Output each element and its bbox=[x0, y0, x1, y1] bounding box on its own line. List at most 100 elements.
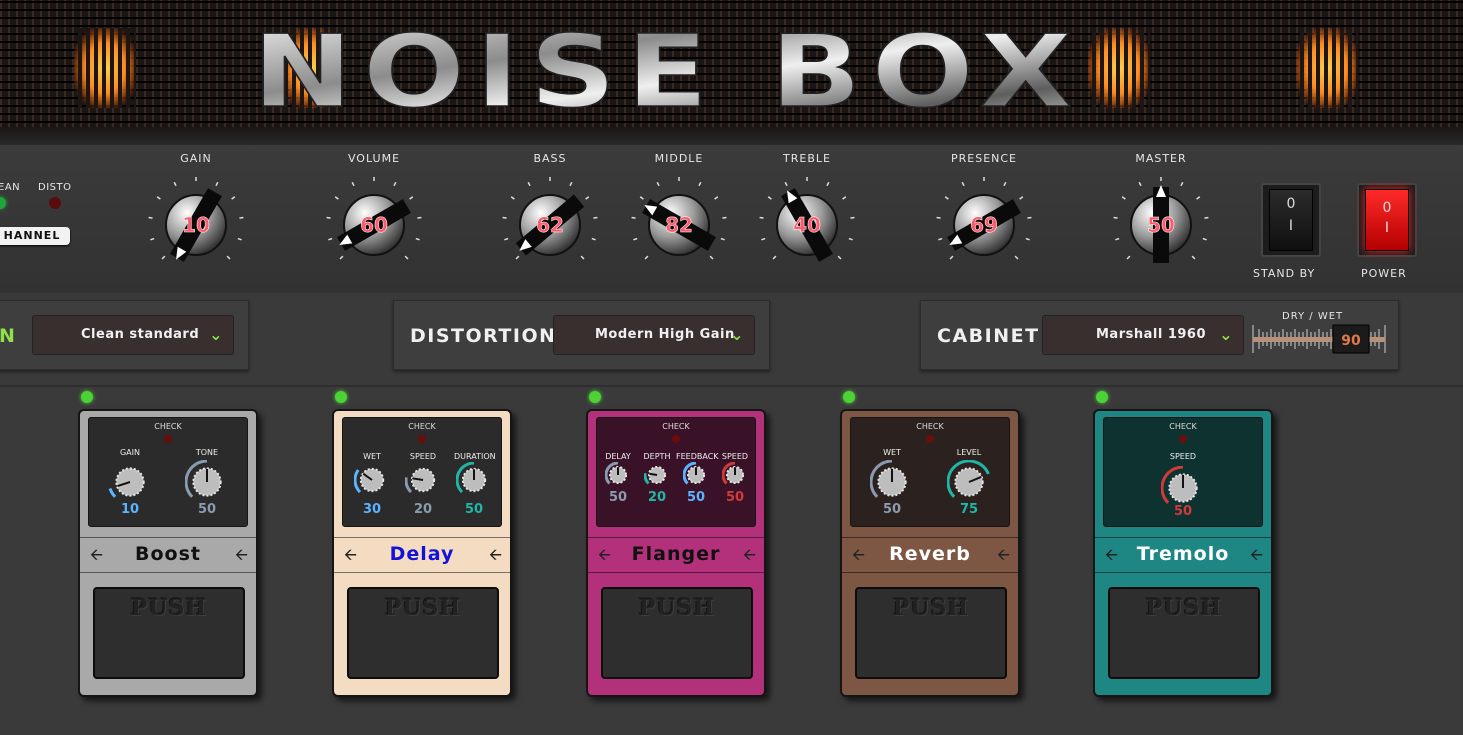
pedal-knob-label: WET bbox=[363, 452, 381, 461]
drywet-slider[interactable]: 90 bbox=[1251, 321, 1387, 357]
pedal-knob-label: TONE bbox=[195, 448, 219, 457]
pedal-name: Tremolo bbox=[1136, 543, 1230, 565]
amp-knob-label-gain: GAIN bbox=[180, 152, 212, 165]
standby-top-mark: 0 bbox=[1286, 196, 1296, 212]
check-label: CHECK bbox=[154, 422, 182, 431]
pedal-active-led bbox=[81, 391, 93, 403]
check-label: CHECK bbox=[916, 422, 944, 431]
amp-knob-value: 60 bbox=[360, 213, 388, 237]
amp-knob-treble[interactable]: 40 bbox=[757, 175, 857, 275]
distortion-select[interactable]: Modern High Gain ⌄ bbox=[553, 315, 755, 355]
amp-knob-value: 10 bbox=[182, 213, 210, 237]
pedal-name: Boost bbox=[135, 543, 201, 565]
cabinet-select[interactable]: Marshall 1960 ⌄ bbox=[1042, 315, 1244, 355]
channel-type-value: Clean standard bbox=[81, 327, 200, 342]
pedal-name: Reverb bbox=[889, 543, 971, 565]
amp-knob-presence[interactable]: 69 bbox=[934, 175, 1034, 275]
pedal-knob-value: 50 bbox=[464, 502, 484, 517]
push-footswitch[interactable]: PUSH bbox=[1108, 587, 1260, 679]
push-label: PUSH bbox=[892, 595, 970, 621]
pedal-screen: CHECK GAIN 10 TONE 50 bbox=[88, 417, 248, 527]
pedal-knob-label: FEEDBACK bbox=[676, 452, 719, 461]
arrow-left-icon[interactable]: 🡨 bbox=[997, 544, 1010, 571]
pedal-delay: CHECK WET 30 SPEED 20 DURATION 50 🡨 Delay … bbox=[332, 409, 512, 697]
pedal-knob[interactable] bbox=[354, 462, 390, 498]
channel-type-title: N bbox=[0, 325, 17, 347]
pedal-knob[interactable] bbox=[456, 462, 492, 498]
power-bottom-mark: I bbox=[1384, 220, 1390, 236]
amp-knob-label-treble: TREBLE bbox=[783, 152, 831, 165]
amp-control-panel: EAN DISTO HANNEL GAIN 10 VOLUME 60 BASS 62… bbox=[0, 145, 1463, 295]
pedal-knob-label: DURATION bbox=[454, 452, 496, 461]
pedal-knob[interactable] bbox=[722, 462, 748, 488]
pedal-active-led bbox=[1096, 391, 1108, 403]
amp-knob-bass[interactable]: 62 bbox=[500, 175, 600, 275]
arrow-left-icon[interactable]: 🡨 bbox=[489, 544, 502, 571]
arrow-left-icon[interactable]: 🡨 bbox=[235, 544, 248, 571]
amp-knob-middle[interactable]: 82 bbox=[629, 175, 729, 275]
pedal-knob[interactable] bbox=[108, 460, 152, 504]
amp-knob-master[interactable]: 50 bbox=[1111, 175, 1211, 275]
distortion-value: Modern High Gain bbox=[595, 327, 735, 342]
pedal-knob-label: SPEED bbox=[1169, 452, 1197, 461]
chevron-down-icon: ⌄ bbox=[209, 325, 223, 344]
chevron-down-icon: ⌄ bbox=[730, 325, 744, 344]
pedal-active-led bbox=[589, 391, 601, 403]
push-label: PUSH bbox=[384, 595, 462, 621]
arrow-left-icon[interactable]: 🡨 bbox=[1250, 544, 1263, 571]
push-footswitch[interactable]: PUSH bbox=[347, 587, 499, 679]
arrow-left-icon[interactable]: 🡨 bbox=[743, 544, 756, 571]
pedal-knob-value: 20 bbox=[413, 502, 433, 517]
amp-knob-label-volume: VOLUME bbox=[347, 152, 401, 165]
check-label: CHECK bbox=[662, 422, 690, 431]
pedal-namebar: 🡨 Reverb 🡨 bbox=[842, 537, 1018, 573]
cabinet-title: CABINET bbox=[937, 325, 1040, 347]
cabinet-group: CABINET Marshall 1960 ⌄ DRY / WET 90 bbox=[920, 300, 1399, 370]
standby-bottom-mark: I bbox=[1288, 218, 1294, 234]
pedal-reverb: CHECK WET 50 LEVEL 75 🡨 Reverb 🡨 PUSH bbox=[840, 409, 1020, 697]
channel-type-select[interactable]: Clean standard ⌄ bbox=[32, 315, 234, 355]
noise-box-logo: NOISE BOX bbox=[252, 18, 1082, 118]
pedal-knob-label: LEVEL bbox=[956, 448, 982, 457]
pedal-knob[interactable] bbox=[683, 462, 709, 488]
pedal-knob[interactable] bbox=[644, 462, 670, 488]
push-footswitch[interactable]: PUSH bbox=[601, 587, 753, 679]
push-label: PUSH bbox=[638, 595, 716, 621]
amp-knob-gain[interactable]: 10 bbox=[146, 175, 246, 275]
pedal-knob-value: 50 bbox=[1173, 504, 1193, 519]
check-led bbox=[926, 435, 934, 443]
pedal-knob[interactable] bbox=[405, 462, 441, 498]
check-label: CHECK bbox=[408, 422, 436, 431]
channel-button[interactable]: HANNEL bbox=[0, 227, 70, 245]
pedal-knob-label: WET bbox=[883, 448, 901, 457]
disto-label: DISTO bbox=[38, 182, 72, 193]
push-footswitch[interactable]: PUSH bbox=[93, 587, 245, 679]
pedal-knob-value: 50 bbox=[197, 502, 217, 517]
pedal-knob[interactable] bbox=[947, 460, 991, 504]
pedal-active-led bbox=[335, 391, 347, 403]
amp-knob-value: 69 bbox=[970, 213, 998, 237]
pedal-namebar: 🡨 Delay 🡨 bbox=[334, 537, 510, 573]
pedal-knob[interactable] bbox=[870, 460, 914, 504]
amp-knob-volume[interactable]: 60 bbox=[324, 175, 424, 275]
clean-label: EAN bbox=[0, 182, 21, 193]
pedal-knob-label: DELAY bbox=[605, 452, 631, 461]
power-switch[interactable]: 0I bbox=[1357, 183, 1417, 257]
push-label: PUSH bbox=[130, 595, 208, 621]
pedal-knob-value: 50 bbox=[686, 490, 706, 505]
push-footswitch[interactable]: PUSH bbox=[855, 587, 1007, 679]
pedal-knob[interactable] bbox=[185, 460, 229, 504]
amp-knob-label-bass: BASS bbox=[533, 152, 567, 165]
pedal-knob[interactable] bbox=[605, 462, 631, 488]
amp-knob-value: 82 bbox=[665, 213, 693, 237]
svg-text:NOISE BOX: NOISE BOX bbox=[252, 18, 1082, 118]
check-label: CHECK bbox=[1169, 422, 1197, 431]
pedal-screen: CHECK SPEED 50 bbox=[1103, 417, 1263, 527]
pedal-knob-label: GAIN bbox=[119, 448, 140, 457]
distortion-group: DISTORTION Modern High Gain ⌄ bbox=[393, 300, 770, 370]
amp-knob-label-presence: PRESENCE bbox=[950, 152, 1018, 165]
amp-knob-value: 62 bbox=[536, 213, 564, 237]
amp-knob-label-middle: MIDDLE bbox=[654, 152, 704, 165]
standby-switch[interactable]: 0I bbox=[1261, 183, 1321, 257]
check-led bbox=[1179, 435, 1187, 443]
